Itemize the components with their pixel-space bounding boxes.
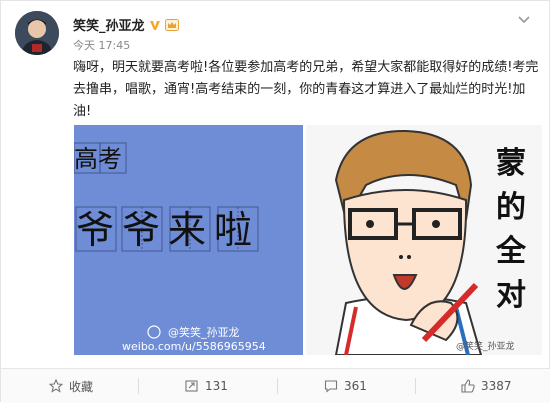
favorite-label: 收藏 [69,379,94,394]
like-count: 3387 [481,379,512,393]
chevron-down-icon[interactable] [517,15,531,25]
comment-icon [324,380,338,393]
left-image-watermark-name: @笑笑_孙亚龙 [168,325,240,339]
post-image-right[interactable]: 蒙的全对 @笑笑_孙亚龙 [306,125,542,355]
thumbs-up-icon [461,379,475,393]
author-avatar[interactable] [15,11,59,55]
divider [277,378,278,394]
right-image-watermark: @笑笑_孙亚龙 [456,340,515,352]
weibo-post-card: 笑笑_孙亚龙 今天 17:45 嗨呀，明天就要高考啦!各位要参加高考的兄弟，希望… [0,0,550,403]
side-text-char: 全 [495,234,527,269]
like-button[interactable]: 3387 [461,369,512,403]
divider [138,378,139,394]
action-bar: 收藏 131 361 3387 [1,368,550,403]
vip-crown-icon [164,18,179,31]
repost-icon [185,380,198,392]
comment-button[interactable]: 361 [324,369,367,403]
side-text-char: 蒙 [496,146,526,181]
comment-count: 361 [344,379,367,393]
left-image-top-text: 高考 [74,145,122,173]
favorite-button[interactable]: 收藏 [49,369,93,403]
divider [415,378,416,394]
author-row: 笑笑_孙亚龙 [73,15,179,34]
left-image-watermark-url: weibo.com/u/5586965954 [122,340,266,353]
post-time[interactable]: 今天 17:45 [73,37,130,53]
author-name[interactable]: 笑笑_孙亚龙 [73,15,145,34]
side-text-char: 的 [496,190,526,225]
repost-count: 131 [205,379,228,393]
repost-button[interactable]: 131 [185,369,228,403]
post-text: 嗨呀，明天就要高考啦!各位要参加高考的兄弟，希望大家都能取得好的成绩!考完去撸串… [73,60,539,119]
left-image-main-text: 爷爷来啦 [76,208,260,252]
side-text-char: 对 [496,278,526,313]
post-image-left[interactable]: 高考 爷爷来啦 @笑笑_孙亚龙 weibo.com/u/5586965954 [74,125,303,355]
star-icon [49,379,63,393]
verified-v-icon [149,20,160,30]
